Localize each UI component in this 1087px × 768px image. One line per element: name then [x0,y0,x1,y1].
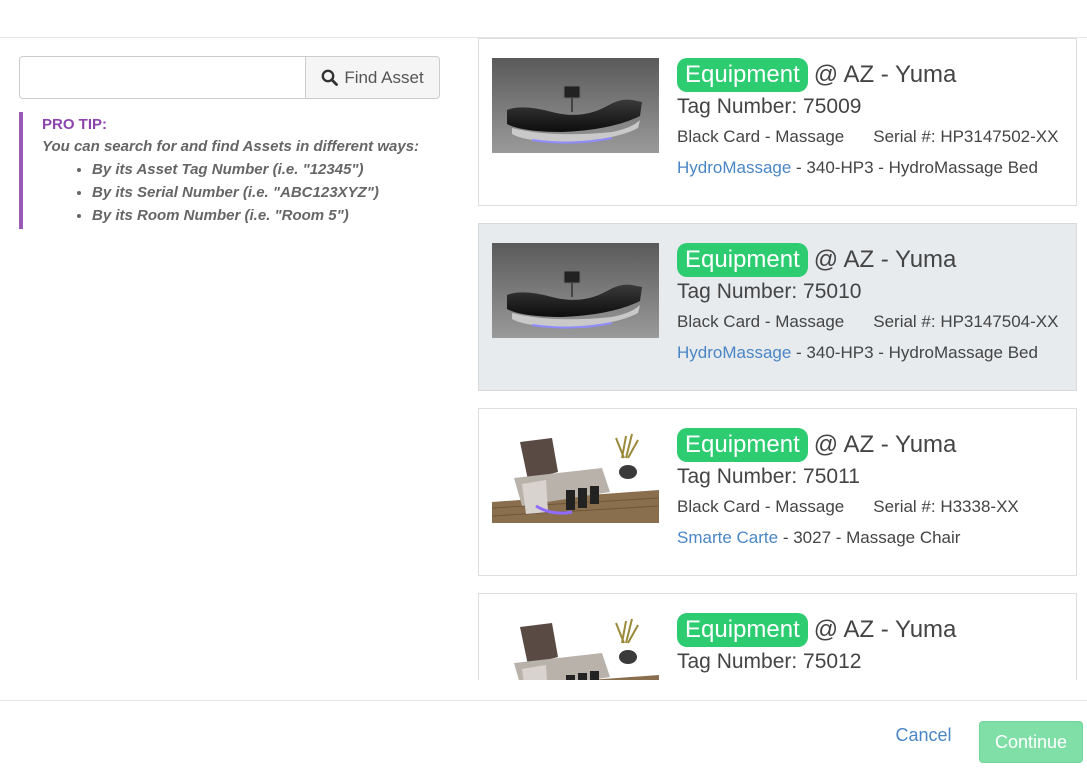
asset-card-body: Equipment @ AZ - Yuma Tag Number: 75011 … [677,427,1068,550]
asset-serial: Serial #: HP3147504-XX [873,312,1059,331]
asset-type-badge: Equipment [677,58,808,92]
pro-tip-intro: You can search for and find Assets in di… [42,138,420,155]
search-icon [321,69,339,86]
asset-location: @ AZ - Yuma [813,431,957,458]
massage-chair-image [492,428,659,523]
asset-serial: Serial #: H3338-XX [873,497,1019,516]
asset-category: Black Card - Massage [677,127,845,146]
asset-card[interactable]: Equipment @ AZ - Yuma Tag Number: 75012 [478,593,1077,680]
pro-tip-item: By its Room Number (i.e. "Room 5") [92,204,440,227]
asset-model: - 3027 - Massage Chair [778,528,961,547]
asset-card-body: Equipment @ AZ - Yuma Tag Number: 75010 … [677,242,1068,365]
massage-chair-image [492,613,659,680]
asset-results-list[interactable]: Equipment @ AZ - Yuma Tag Number: 75009 … [478,38,1078,680]
asset-type-badge: Equipment [677,243,808,277]
hydromassage-bed-image [492,58,659,153]
asset-card-body: Equipment @ AZ - Yuma Tag Number: 75009 … [677,57,1068,180]
find-asset-button[interactable]: Find Asset [305,56,440,99]
search-input[interactable] [19,56,305,99]
asset-tag-number: Tag Number: 75009 [677,95,862,118]
asset-location: @ AZ - Yuma [813,61,957,88]
asset-model: - 340-HP3 - HydroMassage Bed [791,158,1038,177]
pro-tip: PRO TIP: You can search for and find Ass… [19,112,440,229]
asset-type-badge: Equipment [677,613,808,647]
asset-category: Black Card - Massage [677,312,845,331]
asset-location: @ AZ - Yuma [813,616,957,643]
asset-card-body: Equipment @ AZ - Yuma Tag Number: 75012 [677,612,1068,676]
asset-location: @ AZ - Yuma [813,246,957,273]
hydromassage-bed-image [492,243,659,338]
search-panel: Find Asset PRO TIP: You can search for a… [19,56,440,229]
asset-tag-number: Tag Number: 75011 [677,465,860,488]
modal-footer: Cancel Continue [0,700,1087,768]
asset-model: - 340-HP3 - HydroMassage Bed [791,343,1038,362]
find-asset-label: Find Asset [344,67,424,87]
asset-brand-link[interactable]: HydroMassage [677,158,791,177]
asset-brand-link[interactable]: HydroMassage [677,343,791,362]
asset-tag-number: Tag Number: 75010 [677,280,862,303]
asset-tag-number: Tag Number: 75012 [677,650,862,673]
pro-tip-list: By its Asset Tag Number (i.e. "12345") B… [42,158,440,227]
asset-type-badge: Equipment [677,428,808,462]
modal-header [0,0,1087,38]
continue-button[interactable]: Continue [979,721,1083,763]
pro-tip-item: By its Serial Number (i.e. "ABC123XYZ") [92,181,440,204]
cancel-button[interactable]: Cancel [885,725,962,746]
asset-brand-link[interactable]: Smarte Carte [677,528,778,547]
asset-card[interactable]: Equipment @ AZ - Yuma Tag Number: 75011 … [478,408,1077,576]
pro-tip-title: PRO TIP: [42,116,108,133]
asset-serial: Serial #: HP3147502-XX [873,127,1059,146]
pro-tip-item: By its Asset Tag Number (i.e. "12345") [92,158,440,181]
asset-card[interactable]: Equipment @ AZ - Yuma Tag Number: 75010 … [478,223,1077,391]
search-row: Find Asset [19,56,440,99]
asset-card[interactable]: Equipment @ AZ - Yuma Tag Number: 75009 … [478,38,1077,206]
asset-category: Black Card - Massage [677,497,845,516]
